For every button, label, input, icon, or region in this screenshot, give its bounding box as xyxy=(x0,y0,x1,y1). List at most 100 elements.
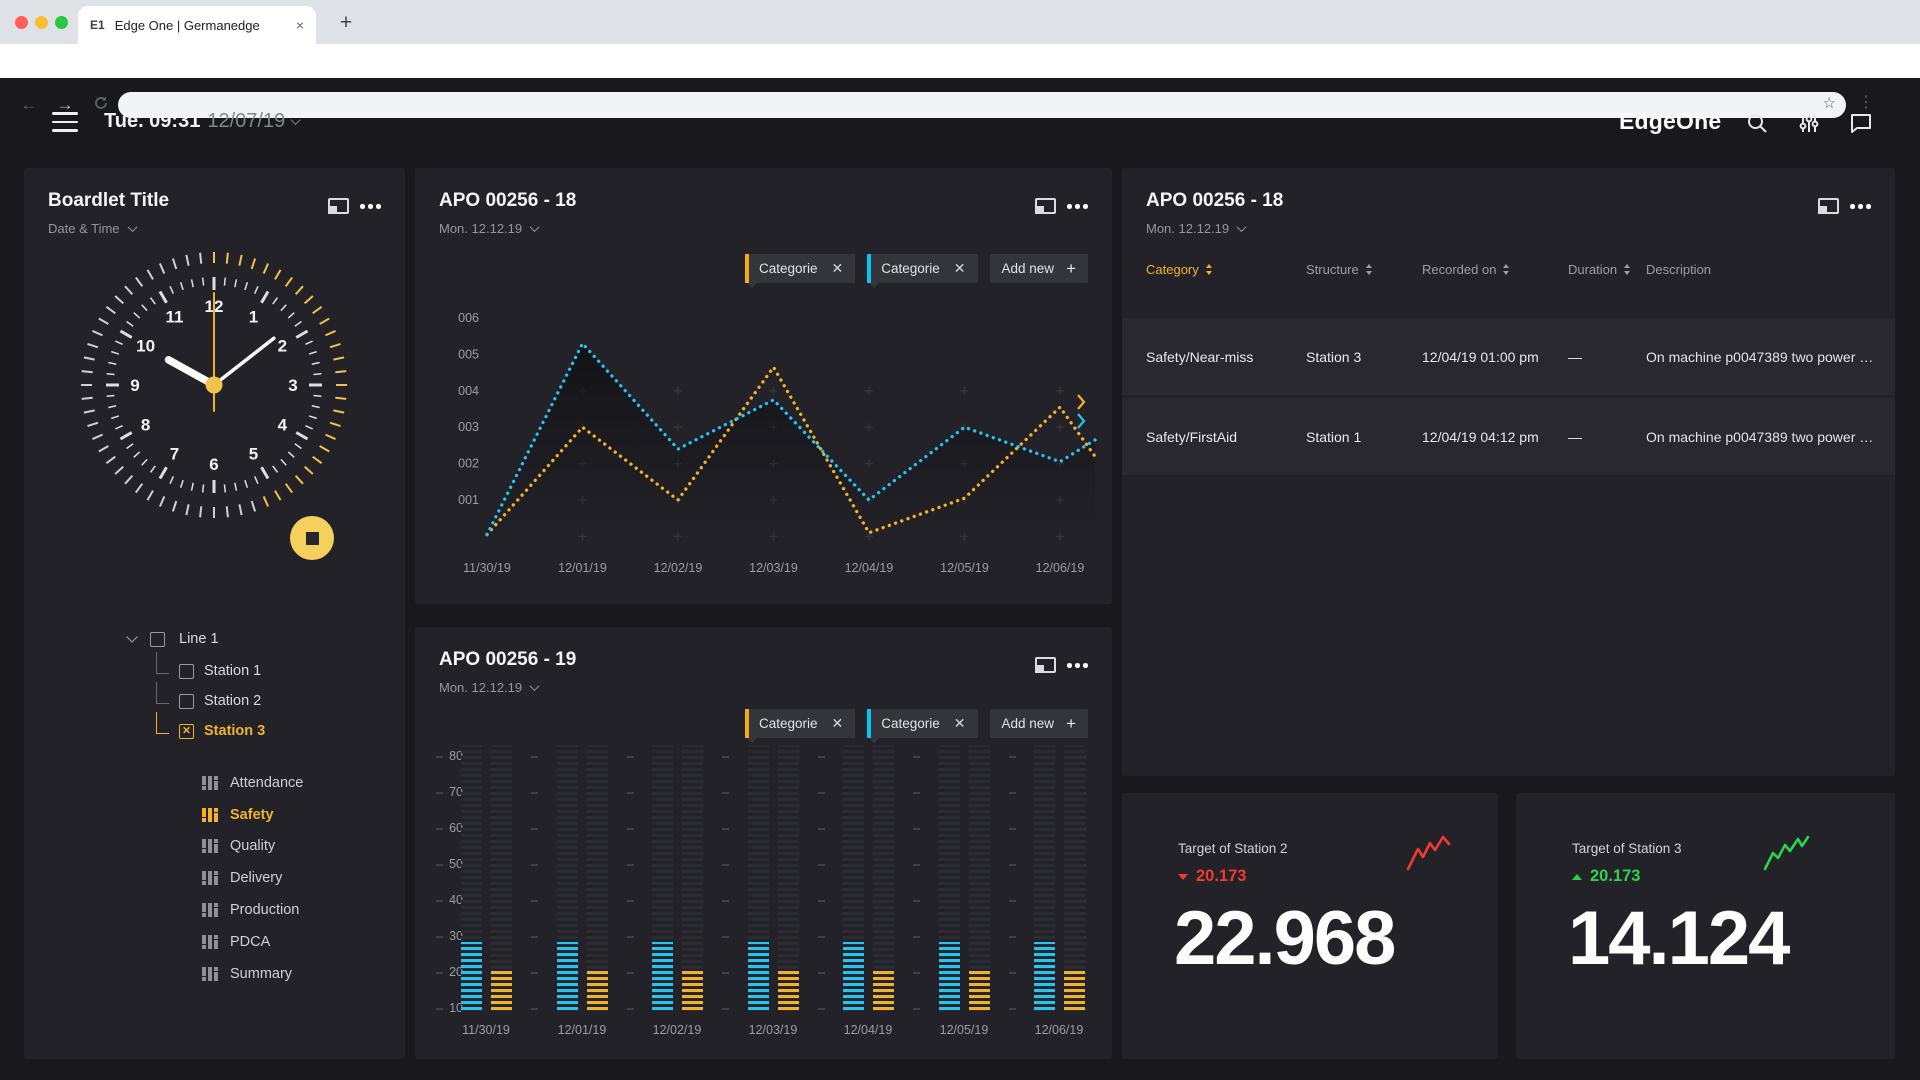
svg-text:2: 2 xyxy=(278,337,287,356)
table-header: Category Structure Recorded on Duration … xyxy=(1122,262,1895,277)
header-date: 12/07/19 xyxy=(207,110,285,133)
boardlet-grid-icon xyxy=(202,935,218,949)
boardlet-grid-icon xyxy=(202,871,218,885)
menu-item-pdca[interactable]: PDCA xyxy=(202,930,270,954)
tree-connector xyxy=(156,652,169,674)
close-window-button[interactable] xyxy=(15,16,28,29)
checkbox-checked[interactable] xyxy=(179,724,194,739)
tab-close-icon[interactable]: × xyxy=(296,17,304,33)
menu-item-delivery[interactable]: Delivery xyxy=(202,866,282,890)
chevron-down-icon xyxy=(1237,222,1247,232)
category-chip-yellow[interactable]: Categorie ✕ xyxy=(745,254,855,283)
expand-boardlet-icon[interactable] xyxy=(328,198,349,214)
expand-boardlet-icon[interactable] xyxy=(1035,198,1056,214)
menu-item-production[interactable]: Production xyxy=(202,898,299,922)
boardlet-grid-icon xyxy=(202,903,218,917)
browser-tab[interactable]: E1 Edge One | Germanedge × xyxy=(78,6,316,44)
tree-connector xyxy=(156,682,169,704)
svg-text:3: 3 xyxy=(288,376,297,395)
kpi-delta: 20.173 xyxy=(1572,867,1640,886)
chevron-down-icon xyxy=(530,222,540,232)
filter-sliders-icon[interactable] xyxy=(1797,111,1821,135)
more-options-icon[interactable] xyxy=(360,204,381,209)
search-icon[interactable] xyxy=(1745,111,1769,135)
chevron-down-icon xyxy=(127,222,137,232)
table-row[interactable]: Safety/Near-miss Station 3 12/04/19 01:0… xyxy=(1122,318,1895,395)
sort-icon xyxy=(1206,264,1212,275)
column-recorded-on[interactable]: Recorded on xyxy=(1422,262,1568,277)
kpi-card-station3: Target of Station 3 20.173 14.124 xyxy=(1516,793,1895,1059)
column-structure[interactable]: Structure xyxy=(1306,262,1422,277)
stop-button[interactable] xyxy=(290,516,334,560)
svg-text:006: 006 xyxy=(458,311,479,325)
sparkline-up-icon xyxy=(1761,833,1813,875)
svg-text:001: 001 xyxy=(458,493,479,507)
chat-icon[interactable] xyxy=(1849,111,1873,135)
svg-text:003: 003 xyxy=(458,420,479,434)
browser-menu-icon[interactable]: ⋮ xyxy=(1858,92,1874,112)
category-chip-cyan[interactable]: Categorie ✕ xyxy=(867,254,977,283)
address-bar[interactable] xyxy=(118,92,1846,118)
hamburger-menu-icon[interactable] xyxy=(52,112,78,132)
bookmark-star-icon[interactable]: ☆ xyxy=(1823,94,1836,112)
svg-text:11: 11 xyxy=(166,308,184,327)
svg-text:1: 1 xyxy=(249,308,258,327)
tree-item-station3[interactable]: Station 3 xyxy=(156,718,265,744)
favicon: E1 xyxy=(90,18,105,32)
date-select[interactable]: Mon. 12.12.19 xyxy=(1146,221,1245,236)
column-duration[interactable]: Duration xyxy=(1568,262,1646,277)
tree-item-line1[interactable]: Line 1 xyxy=(128,626,219,652)
remove-chip-icon[interactable]: ✕ xyxy=(954,260,966,277)
tree-connector xyxy=(156,712,169,734)
maximize-window-button[interactable] xyxy=(55,16,68,29)
browser-tab-strip: E1 Edge One | Germanedge × + xyxy=(0,0,1920,44)
expand-boardlet-icon[interactable] xyxy=(1818,198,1839,214)
date-select[interactable]: Mon. 12.12.19 xyxy=(439,221,538,236)
trend-down-icon xyxy=(1178,874,1188,880)
new-tab-button[interactable]: + xyxy=(332,10,360,38)
svg-text:002: 002 xyxy=(458,457,479,471)
checkbox[interactable] xyxy=(179,694,194,709)
column-description[interactable]: Description xyxy=(1646,262,1895,277)
menu-item-attendance[interactable]: Attendance xyxy=(202,771,303,795)
boardlet-panel: Boardlet Title Date & Time 1212345678910… xyxy=(24,168,405,1059)
screen: E1 Edge One | Germanedge × + ← → ☆ ⋮ Tue… xyxy=(0,0,1920,1080)
tab-title: Edge One | Germanedge xyxy=(115,18,286,33)
sort-icon xyxy=(1624,264,1630,275)
column-category[interactable]: Category xyxy=(1146,262,1306,277)
table-row[interactable]: Safety/FirstAid Station 1 12/04/19 04:12… xyxy=(1122,398,1895,475)
svg-text:12/02/19: 12/02/19 xyxy=(654,561,703,575)
minimize-window-button[interactable] xyxy=(35,16,48,29)
panel-title: APO 00256 - 18 xyxy=(1146,190,1283,212)
browser-toolbar: ← → ☆ ⋮ xyxy=(0,44,1920,78)
boardlet-type-select[interactable]: Date & Time xyxy=(48,221,136,236)
header-datetime[interactable]: Tue. 09:31 12/07/19 xyxy=(104,110,299,133)
chevron-down-icon xyxy=(291,115,301,125)
kpi-title: Target of Station 2 xyxy=(1178,841,1288,856)
chevron-down-icon[interactable] xyxy=(126,631,137,642)
sort-icon xyxy=(1366,264,1372,275)
svg-text:12/04/19: 12/04/19 xyxy=(845,561,894,575)
svg-text:005: 005 xyxy=(458,347,479,361)
add-new-button[interactable]: Add new + xyxy=(990,254,1088,283)
menu-item-quality[interactable]: Quality xyxy=(202,834,275,858)
kpi-card-station2: Target of Station 2 20.173 22.968 xyxy=(1122,793,1498,1059)
tree-item-station2[interactable]: Station 2 xyxy=(156,688,261,714)
checkbox[interactable] xyxy=(179,664,194,679)
header-time: Tue. 09:31 xyxy=(104,110,200,133)
kpi-delta: 20.173 xyxy=(1178,867,1246,886)
boardlet-title: Boardlet Title xyxy=(48,190,169,212)
checkbox[interactable] xyxy=(150,632,165,647)
menu-item-summary[interactable]: Summary xyxy=(202,962,292,986)
more-options-icon[interactable] xyxy=(1850,204,1871,209)
kpi-value: 22.968 xyxy=(1174,895,1394,982)
menu-item-safety[interactable]: Safety xyxy=(202,803,274,827)
more-options-icon[interactable] xyxy=(1067,204,1088,209)
svg-text:4: 4 xyxy=(278,416,288,435)
boardlet-grid-icon xyxy=(202,839,218,853)
remove-chip-icon[interactable]: ✕ xyxy=(832,260,844,277)
back-icon[interactable]: ← xyxy=(16,93,42,117)
trend-up-icon xyxy=(1572,874,1582,880)
tree-item-station1[interactable]: Station 1 xyxy=(156,658,261,684)
line-chart: 00100200300400500611/30/1912/01/1912/02/… xyxy=(441,294,1101,590)
